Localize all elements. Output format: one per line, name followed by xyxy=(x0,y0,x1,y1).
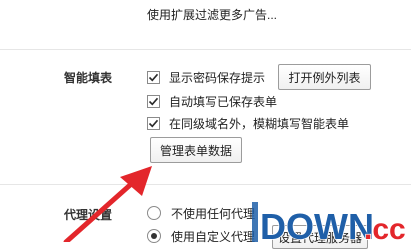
watermark-text: DOWN xyxy=(260,206,374,247)
watermark-suffix: .cc xyxy=(364,213,406,246)
down-cc-watermark-logo: DOWN .cc xyxy=(252,198,411,248)
arrow-icon xyxy=(63,166,152,242)
